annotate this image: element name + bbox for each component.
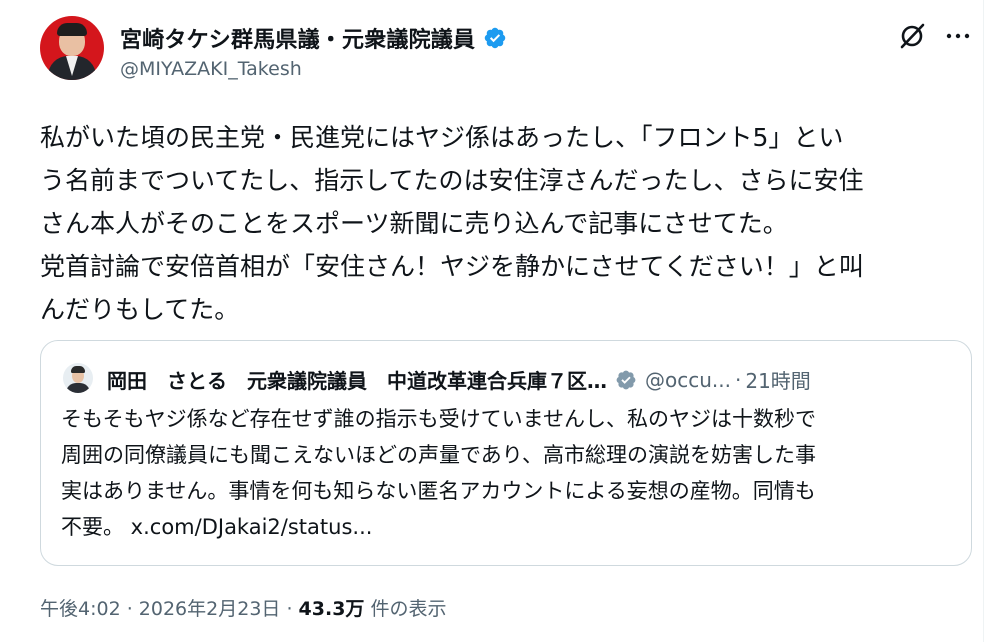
verified-badge-icon bbox=[484, 27, 506, 49]
quote-author-name: 岡田 さとる 元衆議院議員 中道改革連合兵庫７区… bbox=[107, 369, 607, 393]
quote-author-handle: @occu... bbox=[645, 367, 731, 392]
author-name-row: 宮崎タケシ群馬県議・元衆議院議員 bbox=[120, 22, 507, 54]
quote-header: 岡田 さとる 元衆議院議員 中道改革連合兵庫７区… @occu... · 21時… bbox=[107, 365, 951, 394]
author-avatar[interactable] bbox=[40, 16, 104, 80]
tweet-text: 私がいた頃の民主党・民進党にはヤジ係はあったし、「フロント5」とい う名前までつ… bbox=[40, 123, 864, 324]
quote-avatar-hair bbox=[71, 366, 85, 373]
quote-time[interactable]: 21時間 bbox=[745, 365, 810, 394]
quote-author-avatar bbox=[63, 363, 93, 393]
view-count: 43.3万 bbox=[298, 598, 365, 620]
quote-avatar-suit bbox=[66, 383, 90, 393]
author-name[interactable]: 宮崎タケシ群馬県議・元衆議院議員 bbox=[120, 22, 475, 54]
verified-badge-icon bbox=[616, 370, 636, 389]
view-count-label: 件の表示 bbox=[364, 598, 447, 620]
more-icon[interactable] bbox=[944, 22, 972, 50]
quote-separator: · bbox=[734, 367, 742, 392]
grok-icon[interactable] bbox=[896, 20, 928, 52]
tweet-timestamp[interactable]: 午後4:02 · 2026年2月23日 · bbox=[40, 598, 299, 620]
quote-text: そもそもヤジ係など存在せず誰の指示も受けていませんし、私のヤジは十数秒で 周囲の… bbox=[61, 407, 816, 539]
author-handle[interactable]: @MIYAZAKI_Takesh bbox=[120, 58, 302, 80]
quote-tweet-card[interactable]: 岡田 さとる 元衆議院議員 中道改革連合兵庫７区… @occu... · 21時… bbox=[40, 340, 972, 566]
avatar-hair bbox=[57, 23, 87, 36]
tweet-meta: 午後4:02 · 2026年2月23日 · 43.3万 件の表示 bbox=[40, 594, 446, 621]
